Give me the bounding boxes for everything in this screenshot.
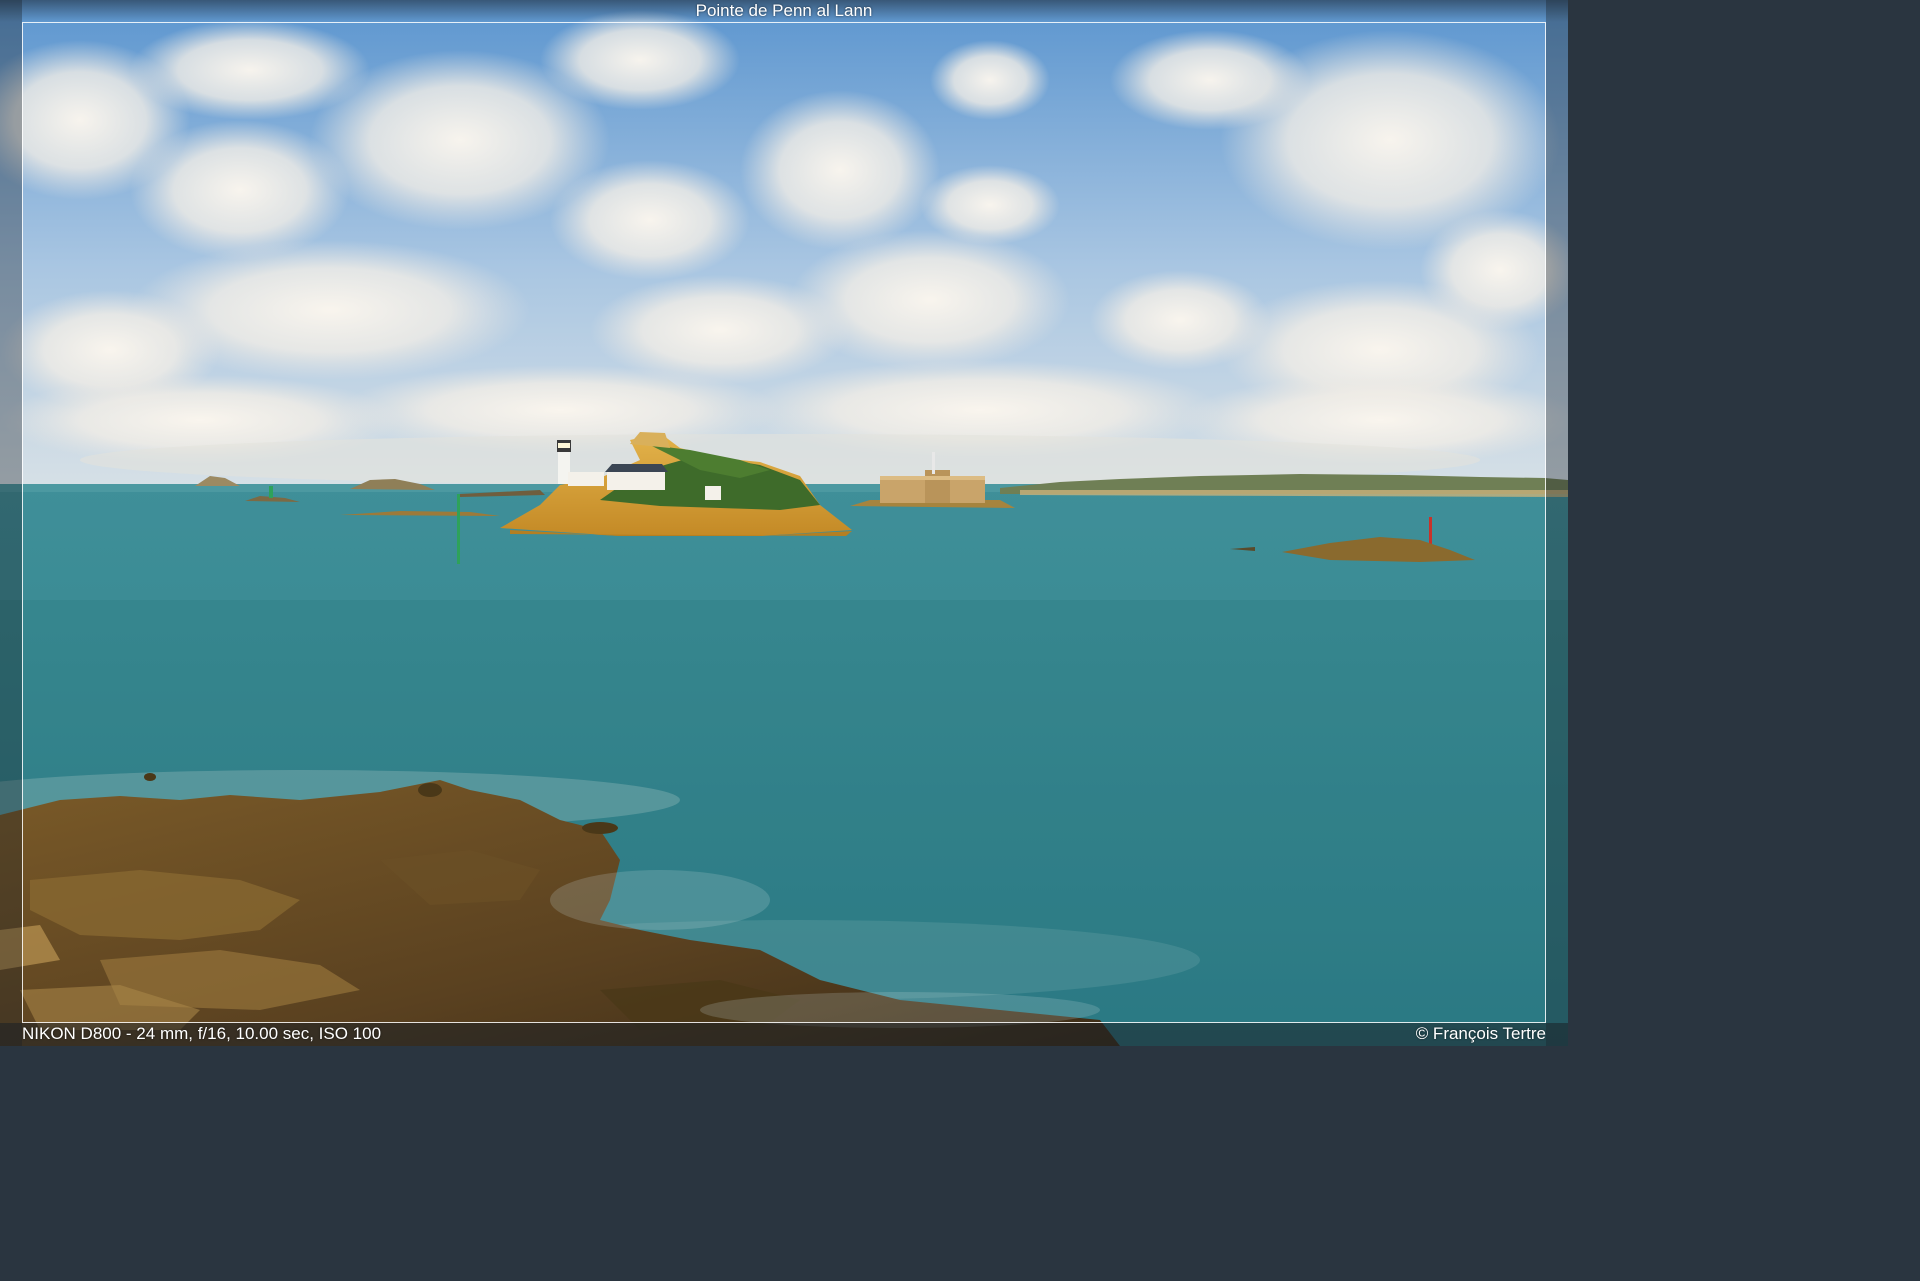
exif-info: NIKON D800 - 24 mm, f/16, 10.00 sec, ISO… — [22, 1024, 382, 1043]
photo-title: Pointe de Penn al Lann — [695, 1, 873, 20]
landscape-photo — [0, 0, 1568, 1046]
photo-viewer: Pointe de Penn al Lann NIKON D800 - 24 m… — [0, 0, 1568, 1046]
photo-credit: © François Tertre — [1415, 1024, 1546, 1043]
